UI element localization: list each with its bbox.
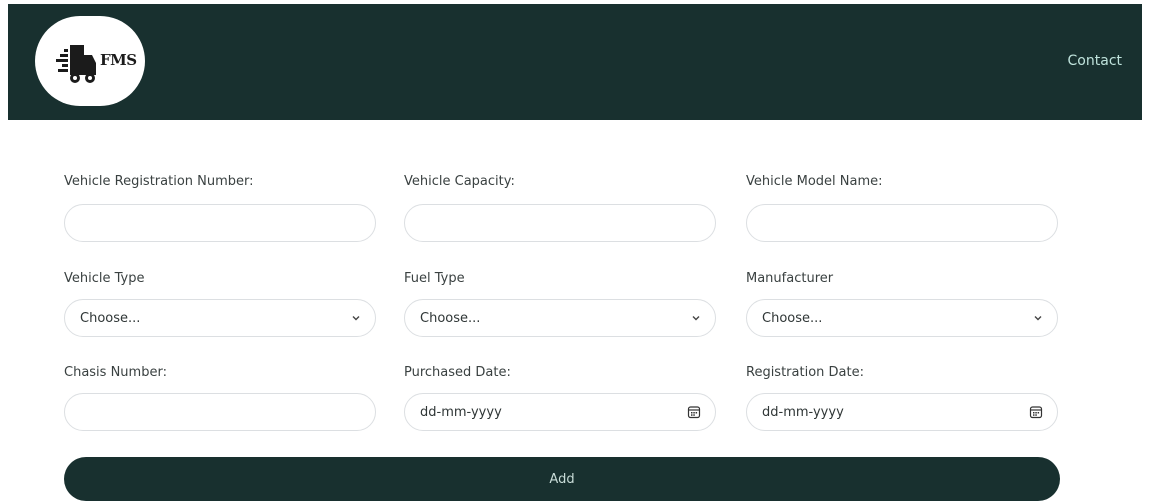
manufacturer-label: Manufacturer	[746, 271, 834, 286]
capacity-label: Vehicle Capacity:	[404, 174, 515, 189]
vehicle-type-label: Vehicle Type	[64, 271, 145, 286]
purchased-date-placeholder: dd-mm-yyyy	[420, 404, 502, 420]
registration-date-label: Registration Date:	[746, 365, 864, 380]
add-button[interactable]: Add	[64, 457, 1060, 501]
calendar-icon[interactable]	[687, 405, 701, 419]
vehicle-form: Vehicle Registration Number: Vehicle Cap…	[0, 0, 1150, 501]
manufacturer-value: Choose...	[762, 310, 823, 326]
chasis-input[interactable]	[64, 393, 376, 431]
model-input[interactable]	[746, 204, 1058, 242]
chevron-down-icon	[691, 313, 701, 323]
purchased-date-label: Purchased Date:	[404, 365, 511, 380]
fuel-type-value: Choose...	[420, 310, 481, 326]
model-label: Vehicle Model Name:	[746, 174, 883, 189]
chevron-down-icon	[1033, 313, 1043, 323]
reg-number-input[interactable]	[64, 204, 376, 242]
manufacturer-select[interactable]: Choose...	[746, 299, 1058, 337]
capacity-input[interactable]	[404, 204, 716, 242]
reg-number-label: Vehicle Registration Number:	[64, 174, 254, 189]
registration-date-placeholder: dd-mm-yyyy	[762, 404, 844, 420]
fuel-type-label: Fuel Type	[404, 271, 465, 286]
vehicle-type-select[interactable]: Choose...	[64, 299, 376, 337]
fuel-type-select[interactable]: Choose...	[404, 299, 716, 337]
chasis-label: Chasis Number:	[64, 365, 167, 380]
registration-date-input[interactable]: dd-mm-yyyy	[746, 393, 1058, 431]
chevron-down-icon	[351, 313, 361, 323]
vehicle-type-value: Choose...	[80, 310, 141, 326]
purchased-date-input[interactable]: dd-mm-yyyy	[404, 393, 716, 431]
calendar-icon[interactable]	[1029, 405, 1043, 419]
